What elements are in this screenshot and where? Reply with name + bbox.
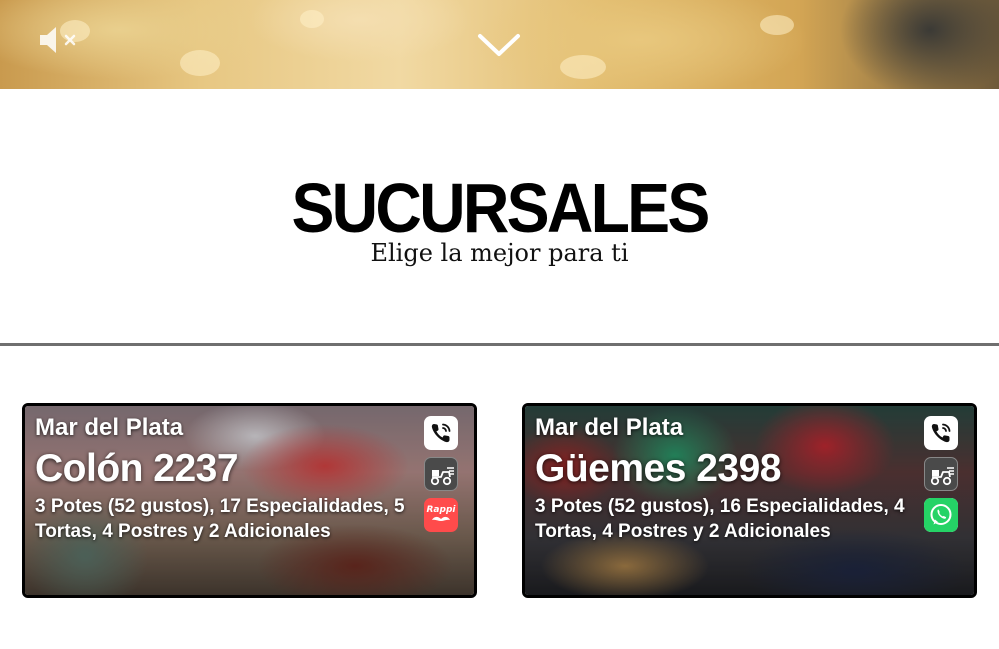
branch-details: 3 Potes (52 gustos), 17 Especialidades, …: [35, 496, 405, 542]
section-header: SUCURSALES Elige la mejor para ti: [0, 89, 999, 343]
branch-details: 3 Potes (52 gustos), 16 Especialidades, …: [535, 496, 905, 542]
whatsapp-icon[interactable]: [924, 498, 958, 532]
hero-banner: [0, 0, 999, 89]
branch-card-guemes[interactable]: Mar del Plata Güemes 2398 3 Potes (52 gu…: [522, 403, 977, 598]
branch-city: Mar del Plata: [535, 414, 684, 441]
page-subtitle: Elige la mejor para ti: [370, 239, 629, 267]
speaker-muted-icon[interactable]: [36, 24, 80, 56]
divider: [0, 343, 999, 346]
rappi-logo-text: Rappi: [427, 505, 457, 515]
phone-icon[interactable]: [424, 416, 458, 450]
delivery-icon[interactable]: [924, 457, 958, 491]
page-title: SUCURSALES: [291, 169, 710, 247]
rappi-icon[interactable]: Rappi: [424, 498, 458, 532]
chevron-down-icon[interactable]: [477, 30, 521, 60]
branch-address: Colón 2237: [35, 447, 239, 490]
branch-city: Mar del Plata: [35, 414, 184, 441]
branch-card-colon[interactable]: Mar del Plata Colón 2237 3 Potes (52 gus…: [22, 403, 477, 598]
delivery-icon[interactable]: [424, 457, 458, 491]
branch-address: Güemes 2398: [535, 447, 782, 490]
phone-icon[interactable]: [924, 416, 958, 450]
